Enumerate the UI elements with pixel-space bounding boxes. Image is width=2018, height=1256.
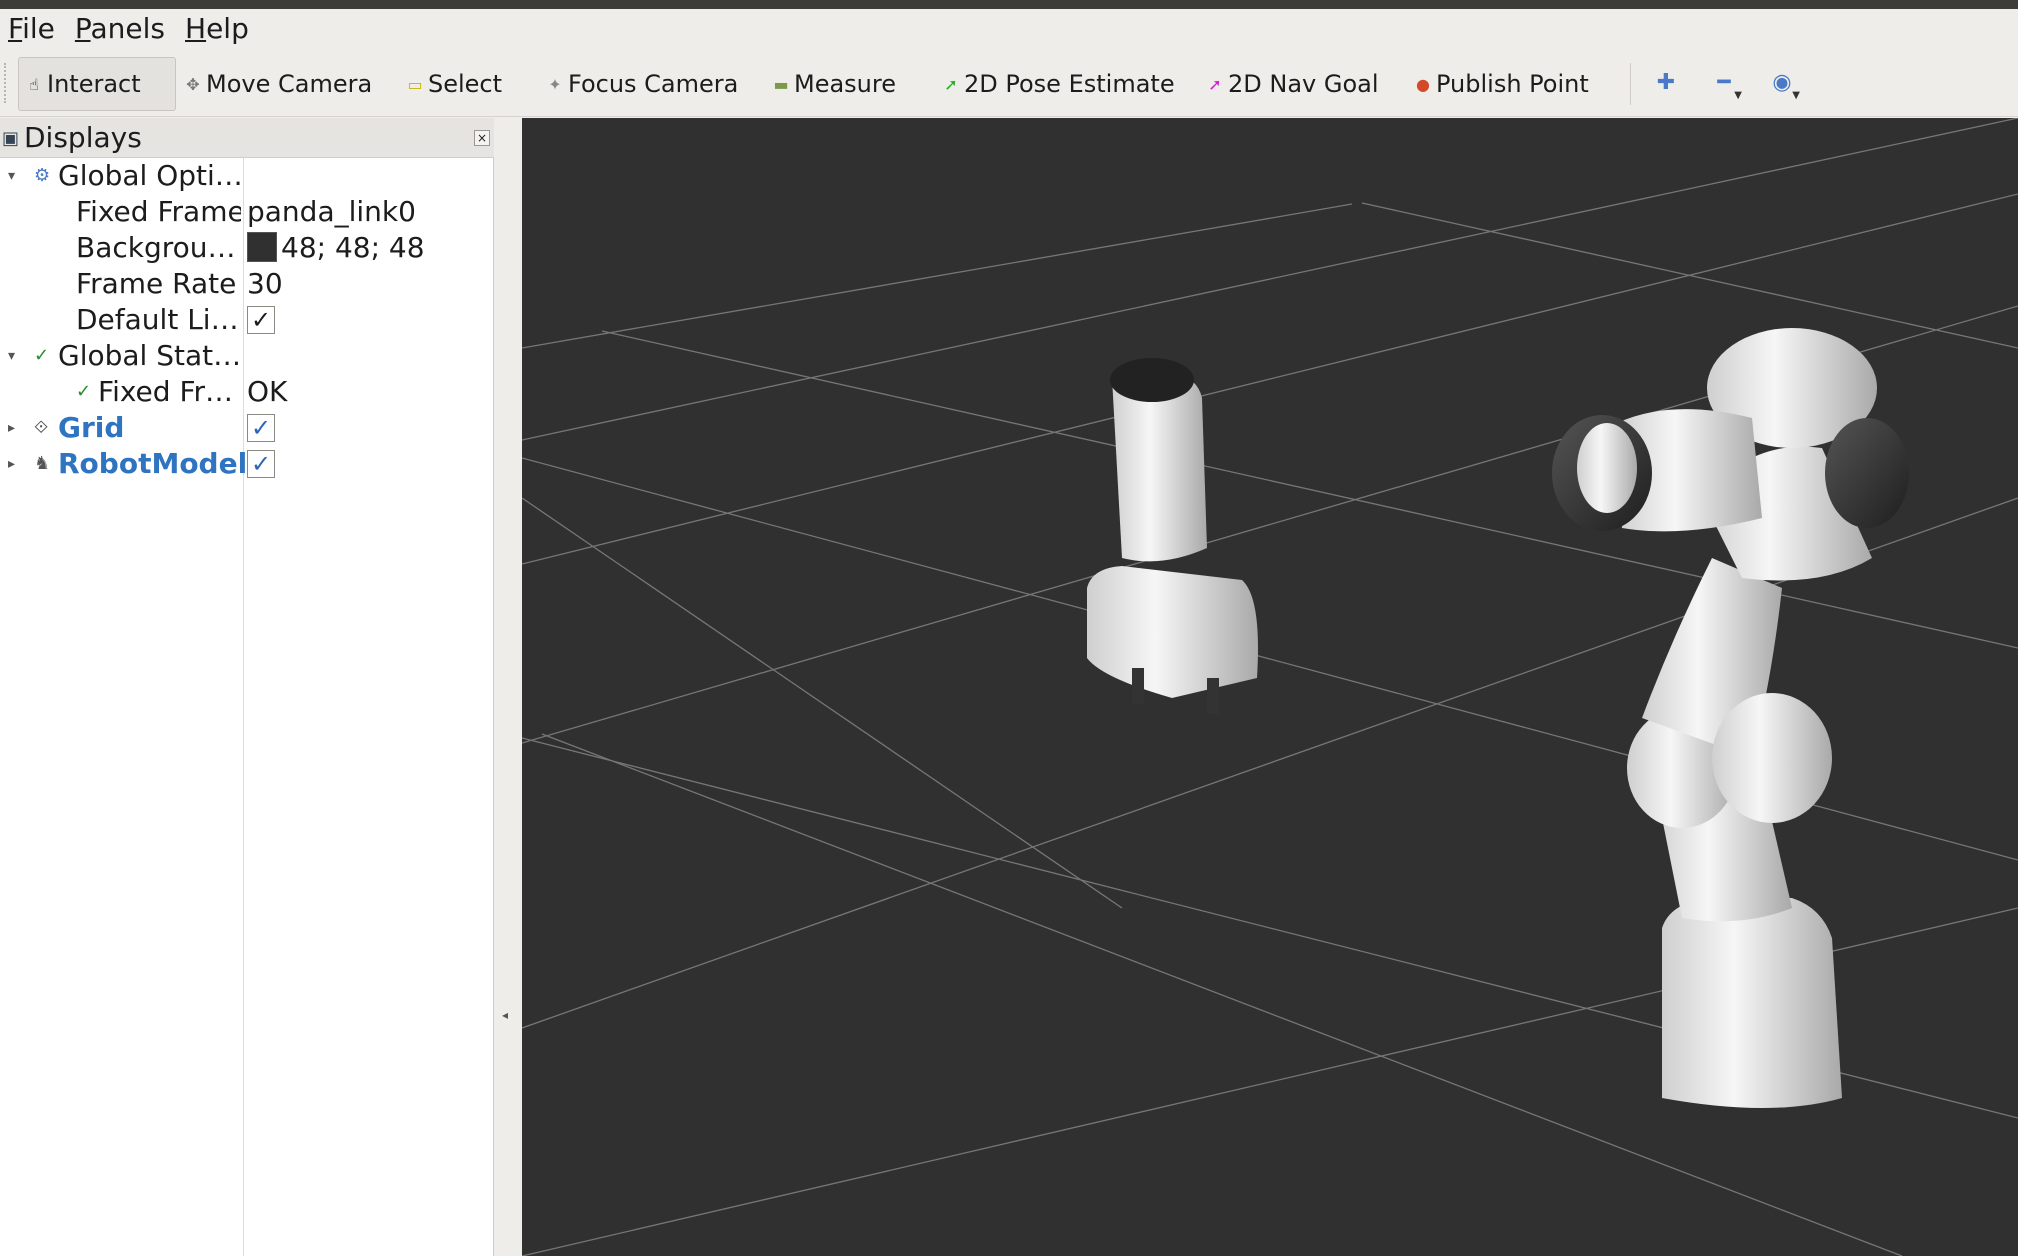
grid-line [522,203,1353,349]
expand-arrow-icon[interactable]: ▸ [8,410,15,446]
tree-row-grid[interactable]: ▸ ⟐ Grid ✓ [0,410,494,446]
pose-estimate-tool-button[interactable]: ➚ 2D Pose Estimate [936,57,1181,111]
collapse-arrow-icon[interactable]: ▾ [8,338,15,374]
select-box-icon: ▭ [407,74,423,94]
tree-row-robot-model[interactable]: ▸ ♞ RobotModel ✓ [0,446,494,482]
minus-icon: ━ [1717,70,1731,95]
focus-camera-tool-button[interactable]: ✦ Focus Camera [540,57,744,111]
robot-joint-4 [1712,693,1832,823]
frame-rate-value[interactable]: 30 [247,266,283,302]
hand-pointer-icon: ☝ [29,74,39,94]
nav-goal-tool-button[interactable]: ➚ 2D Nav Goal [1200,57,1385,111]
displays-panel-header: ▣ Displays × [0,118,494,158]
expand-arrow-icon[interactable]: ▸ [8,446,15,482]
view-options-button[interactable]: ◉ ▼ [1760,65,1804,103]
robot-icon: ♞ [34,453,51,474]
grid-line [1361,202,2018,349]
3d-scene [522,118,2018,1256]
tree-row-default-light[interactable]: Default Li… ✓ [0,302,494,338]
checkmark-icon: ✓ [250,414,272,442]
measure-tool-button[interactable]: ▬ Measure [766,57,902,111]
fixed-frame-value[interactable]: panda_link0 [247,194,416,230]
green-arrow-icon: ➚ [944,74,958,94]
add-tool-button[interactable]: ✚ [1644,65,1688,103]
robot-finger-left [1132,668,1144,704]
toolbar-grip[interactable] [4,63,8,103]
gear-icon: ⚙ [34,165,51,186]
select-tool-button[interactable]: ▭ Select [400,57,508,111]
window-top-strip [0,0,2018,9]
tools-toolbar: ☝ Interact ✥ Move Camera ▭ Select ✦ Focus Ca… [0,49,2018,117]
background-color-value[interactable]: 48; 48; 48 [247,230,425,266]
grid-icon: ⟐ [34,417,49,438]
collapse-left-arrow-icon[interactable]: ◂ [502,1008,508,1022]
displays-panel: ▣ Displays × ▾ ⚙ Global Opti… Fixed Fram… [0,118,494,1256]
robot-joint-8 [1577,423,1637,513]
tree-row-background-color[interactable]: Backgrou… 48; 48; 48 [0,230,494,266]
robot-finger-right [1207,678,1219,714]
tree-row-frame-rate[interactable]: Frame Rate 30 [0,266,494,302]
color-swatch[interactable] [247,232,277,262]
displays-panel-title: Displays [24,121,142,154]
move-camera-tool-button[interactable]: ✥ Move Camera [178,57,378,111]
checkmark-icon: ✓ [250,450,272,478]
close-icon[interactable]: × [474,130,490,146]
fixed-frame-status-value: OK [247,375,288,408]
publish-point-tool-button[interactable]: ● Publish Point [1408,57,1595,111]
tree-row-fixed-frame[interactable]: Fixed Frame panda_link0 [0,194,494,230]
menu-bar: File Panels Help [0,9,2018,49]
status-ok-check-icon: ✓ [34,345,50,366]
plus-icon: ✚ [1656,70,1676,95]
status-ok-check-icon: ✓ [76,381,92,402]
magenta-arrow-icon: ➚ [1208,74,1222,94]
menu-panels[interactable]: Panels [75,9,165,49]
dropdown-arrow-icon: ▼ [1734,90,1742,101]
robot-base-link [1662,898,1842,1108]
ruler-icon: ▬ [773,74,789,94]
default-light-checkbox[interactable]: ✓ [247,306,275,334]
tree-row-global-status[interactable]: ▾ ✓ Global Stat… [0,338,494,374]
panel-splitter[interactable]: ◂ [495,118,521,1256]
grid-enabled-checkbox[interactable]: ✓ [247,414,275,442]
collapse-arrow-icon[interactable]: ▾ [8,158,15,194]
monitor-icon: ▣ [2,128,20,149]
tree-row-fixed-frame-status[interactable]: ✓ Fixed Fr… OK [0,374,494,410]
move-arrows-icon: ✥ [186,74,200,94]
menu-help[interactable]: Help [185,9,249,49]
grid-line [522,497,1123,909]
focus-crosshair-icon: ✦ [548,74,562,94]
robot-dark-joint-cap [1825,418,1909,528]
robot-wrist-top [1110,358,1194,402]
3d-render-viewport[interactable] [522,118,2018,1256]
robot-gripper-hand [1087,566,1258,698]
toolbar-separator [1630,63,1631,105]
checkmark-icon: ✓ [250,306,272,334]
eye-icon: ◉ [1772,70,1792,95]
map-pin-icon: ● [1416,74,1430,94]
remove-tool-button[interactable]: ━ ▼ [1702,65,1746,103]
interact-tool-button[interactable]: ☝ Interact [18,57,176,111]
dropdown-arrow-icon: ▼ [1792,90,1800,101]
robot-model-enabled-checkbox[interactable]: ✓ [247,450,275,478]
tree-row-global-options[interactable]: ▾ ⚙ Global Opti… [0,158,494,194]
menu-file[interactable]: File [8,9,55,49]
